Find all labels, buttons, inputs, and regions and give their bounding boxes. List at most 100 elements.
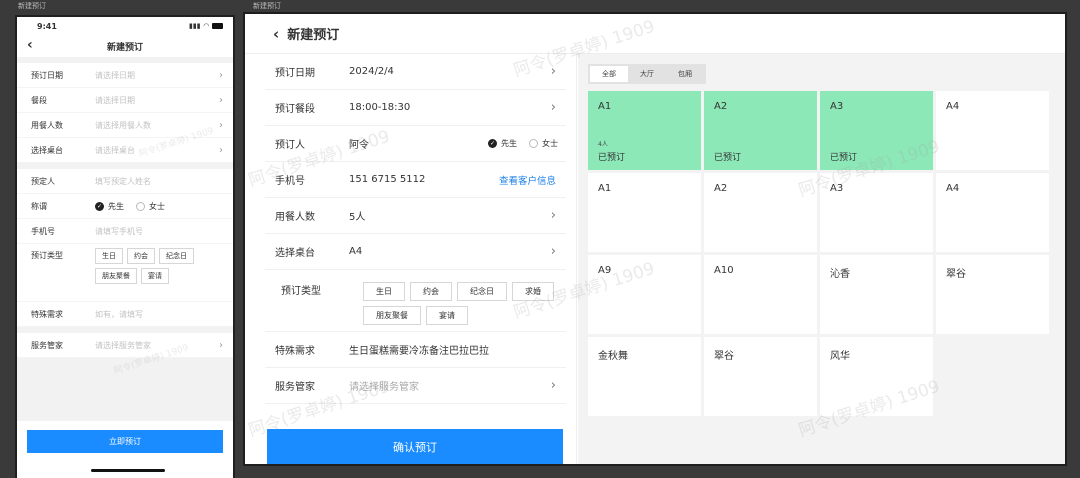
table-row-select[interactable]: 选择桌台 请选择桌台 › <box>17 138 233 163</box>
table-cell[interactable]: A4 <box>936 91 1049 170</box>
diners-label: 用餐人数 <box>275 212 315 223</box>
diners-placeholder: 请选择用餐人数 <box>95 120 151 130</box>
table-cell[interactable]: 沁香 <box>820 255 933 334</box>
tag-banquet[interactable]: 宴请 <box>426 306 468 325</box>
mobile-input[interactable]: 请填写手机号 <box>95 226 223 237</box>
tag-anniversary[interactable]: 纪念日 <box>457 282 507 301</box>
table-cell[interactable]: A3 已预订 <box>820 91 933 170</box>
butler-label: 服务管家 <box>31 340 63 350</box>
chevron-right-icon: › <box>219 94 223 106</box>
date-label: 预订日期 <box>275 68 315 79</box>
radio-mr-label: 先生 <box>108 201 124 211</box>
special-row: 特殊需求 如有，请填写 <box>17 302 233 327</box>
back-icon[interactable]: ‹ <box>273 25 279 43</box>
table-cell-name: A1 <box>598 183 612 194</box>
table-cell[interactable]: 金秋舞 <box>588 337 701 416</box>
table-cell-name: A3 <box>830 101 844 112</box>
butler-row[interactable]: 服务管家 请选择服务管家 › <box>17 333 233 358</box>
table-cell[interactable]: A10 <box>704 255 817 334</box>
table-cell[interactable]: A1 4人 已预订 <box>588 91 701 170</box>
table-cell[interactable]: 风华 <box>820 337 933 416</box>
chevron-right-icon: › <box>219 144 223 156</box>
table-cell[interactable]: A1 <box>588 173 701 252</box>
area-tabs: 全部 大厅 包厢 <box>588 64 706 84</box>
view-customer-link[interactable]: 查看客户信息 <box>499 173 556 187</box>
table-cell[interactable]: 翠谷 <box>704 337 817 416</box>
special-value[interactable]: 生日蛋糕需要冷冻备注巴拉巴拉 <box>349 342 566 357</box>
table-cell[interactable]: A4 <box>936 173 1049 252</box>
booking-basic-section: 预订日期 请选择日期 › 餐段 请选择日期 › 用餐人数 请选择用餐人数 › 选… <box>17 63 233 163</box>
table-cell[interactable]: A3 <box>820 173 933 252</box>
table-cell-status: 已预订 <box>714 153 742 163</box>
tag-birthday[interactable]: 生日 <box>95 248 123 264</box>
chevron-right-icon: › <box>550 100 556 115</box>
period-row[interactable]: 预订餐段 18:00-18:30 › <box>265 90 566 126</box>
tag-friends[interactable]: 朋友聚餐 <box>95 268 137 284</box>
person-value[interactable]: 阿令 <box>349 136 488 151</box>
butler-placeholder: 请选择服务管家 <box>349 382 419 393</box>
name-row: 预定人 填写预定人姓名 <box>17 169 233 194</box>
tag-date[interactable]: 约会 <box>410 282 452 301</box>
type-label: 预订类型 <box>31 251 63 260</box>
diners-row[interactable]: 用餐人数 请选择用餐人数 › <box>17 113 233 138</box>
tag-proposal[interactable]: 求婚 <box>512 282 554 301</box>
chevron-right-icon: › <box>219 339 223 351</box>
mobile-value[interactable]: 151 6715 5112 <box>349 174 499 185</box>
special-row: 特殊需求 生日蛋糕需要冷冻备注巴拉巴拉 <box>265 332 566 368</box>
mobile-label: 手机号 <box>275 176 305 187</box>
special-input[interactable]: 如有，请填写 <box>95 309 223 320</box>
tag-anniversary[interactable]: 纪念日 <box>159 248 194 264</box>
name-input[interactable]: 填写预定人姓名 <box>95 176 223 187</box>
diners-row[interactable]: 用餐人数 5人 › <box>265 198 566 234</box>
table-cell[interactable]: A9 <box>588 255 701 334</box>
back-icon[interactable]: ‹ <box>27 37 33 53</box>
table-cell-name: 翠谷 <box>714 351 734 362</box>
type-tags: 生日 约会 纪念日 求婚 朋友聚餐 宴请 <box>363 282 563 325</box>
period-placeholder: 请选择日期 <box>95 95 135 105</box>
date-row[interactable]: 预订日期 请选择日期 › <box>17 63 233 88</box>
mobile-row: 手机号 151 6715 5112 查看客户信息 <box>265 162 566 198</box>
diners-label: 用餐人数 <box>31 120 63 130</box>
radio-mr[interactable]: ✓ 先生 <box>95 201 124 212</box>
table-cell-name: A10 <box>714 265 734 276</box>
mobile-row: 手机号 请填写手机号 <box>17 219 233 244</box>
tab-room[interactable]: 包厢 <box>666 66 704 82</box>
table-cell-status: 已预订 <box>830 153 858 163</box>
butler-row[interactable]: 服务管家 请选择服务管家 › <box>265 368 566 404</box>
radio-ms[interactable]: 女士 <box>529 138 558 149</box>
date-row[interactable]: 预订日期 2024/2/4 › <box>265 54 566 90</box>
status-bar: 9:41 ▮▮▮ ◠ <box>17 17 233 35</box>
date-placeholder: 请选择日期 <box>95 70 135 80</box>
battery-icon <box>212 23 223 29</box>
radio-mr[interactable]: ✓ 先生 <box>488 138 517 149</box>
book-now-button[interactable]: 立即预订 <box>27 430 223 453</box>
period-row[interactable]: 餐段 请选择日期 › <box>17 88 233 113</box>
table-cell[interactable]: A2 <box>704 173 817 252</box>
tag-friends[interactable]: 朋友聚餐 <box>363 306 421 325</box>
tag-date[interactable]: 约会 <box>127 248 155 264</box>
tag-birthday[interactable]: 生日 <box>363 282 405 301</box>
period-value: 18:00-18:30 <box>349 102 411 113</box>
table-cell-name: 风华 <box>830 351 850 362</box>
chevron-right-icon: › <box>219 69 223 81</box>
table-cell-name: A9 <box>598 265 612 276</box>
tab-all[interactable]: 全部 <box>590 66 628 82</box>
nav-bar: ‹ 新建预订 <box>245 14 1065 54</box>
table-cell-name: A3 <box>830 183 844 194</box>
confirm-booking-button[interactable]: 确认预订 <box>267 429 563 464</box>
table-cell[interactable]: 翠谷 <box>936 255 1049 334</box>
radio-mr-label: 先生 <box>501 139 517 148</box>
page-title: 新建预订 <box>287 28 340 43</box>
table-cell-name: 金秋舞 <box>598 351 628 362</box>
type-label: 预订类型 <box>281 286 321 297</box>
nav-bar: ‹ 新建预订 <box>17 35 233 57</box>
wifi-icon: ◠ <box>203 22 209 30</box>
tag-banquet[interactable]: 宴请 <box>141 268 169 284</box>
table-select-row[interactable]: 选择桌台 A4 › <box>265 234 566 270</box>
table-cell[interactable]: A2 已预订 <box>704 91 817 170</box>
tab-hall[interactable]: 大厅 <box>628 66 666 82</box>
radio-ms[interactable]: 女士 <box>136 201 165 212</box>
booking-form: 预订日期 2024/2/4 › 预订餐段 18:00-18:30 › 预订人 阿… <box>245 54 577 464</box>
table-grid: A1 4人 已预订 A2 已预订 A3 已预订 A4 A1 A2 A3 A4 A9 A10 沁香 翠谷 金秋舞翠… <box>588 91 1049 416</box>
radio-ms-label: 女士 <box>542 139 558 148</box>
